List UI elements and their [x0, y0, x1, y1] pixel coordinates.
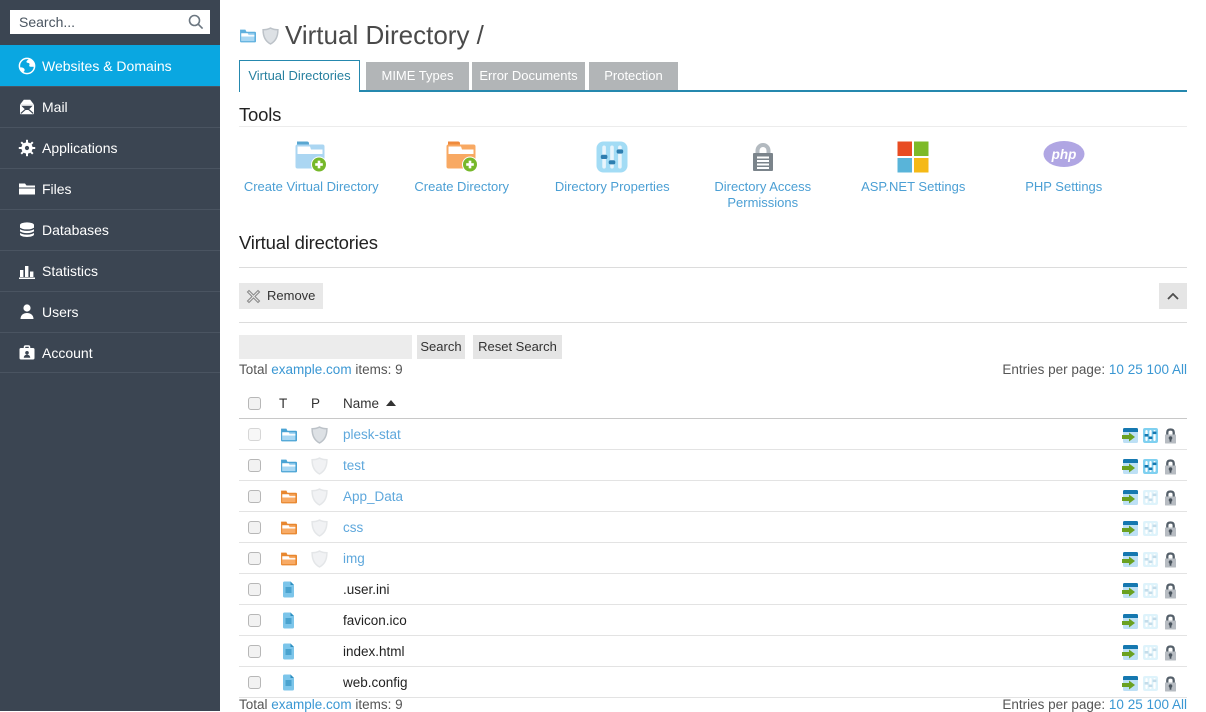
svg-text:php: php	[1050, 147, 1076, 162]
